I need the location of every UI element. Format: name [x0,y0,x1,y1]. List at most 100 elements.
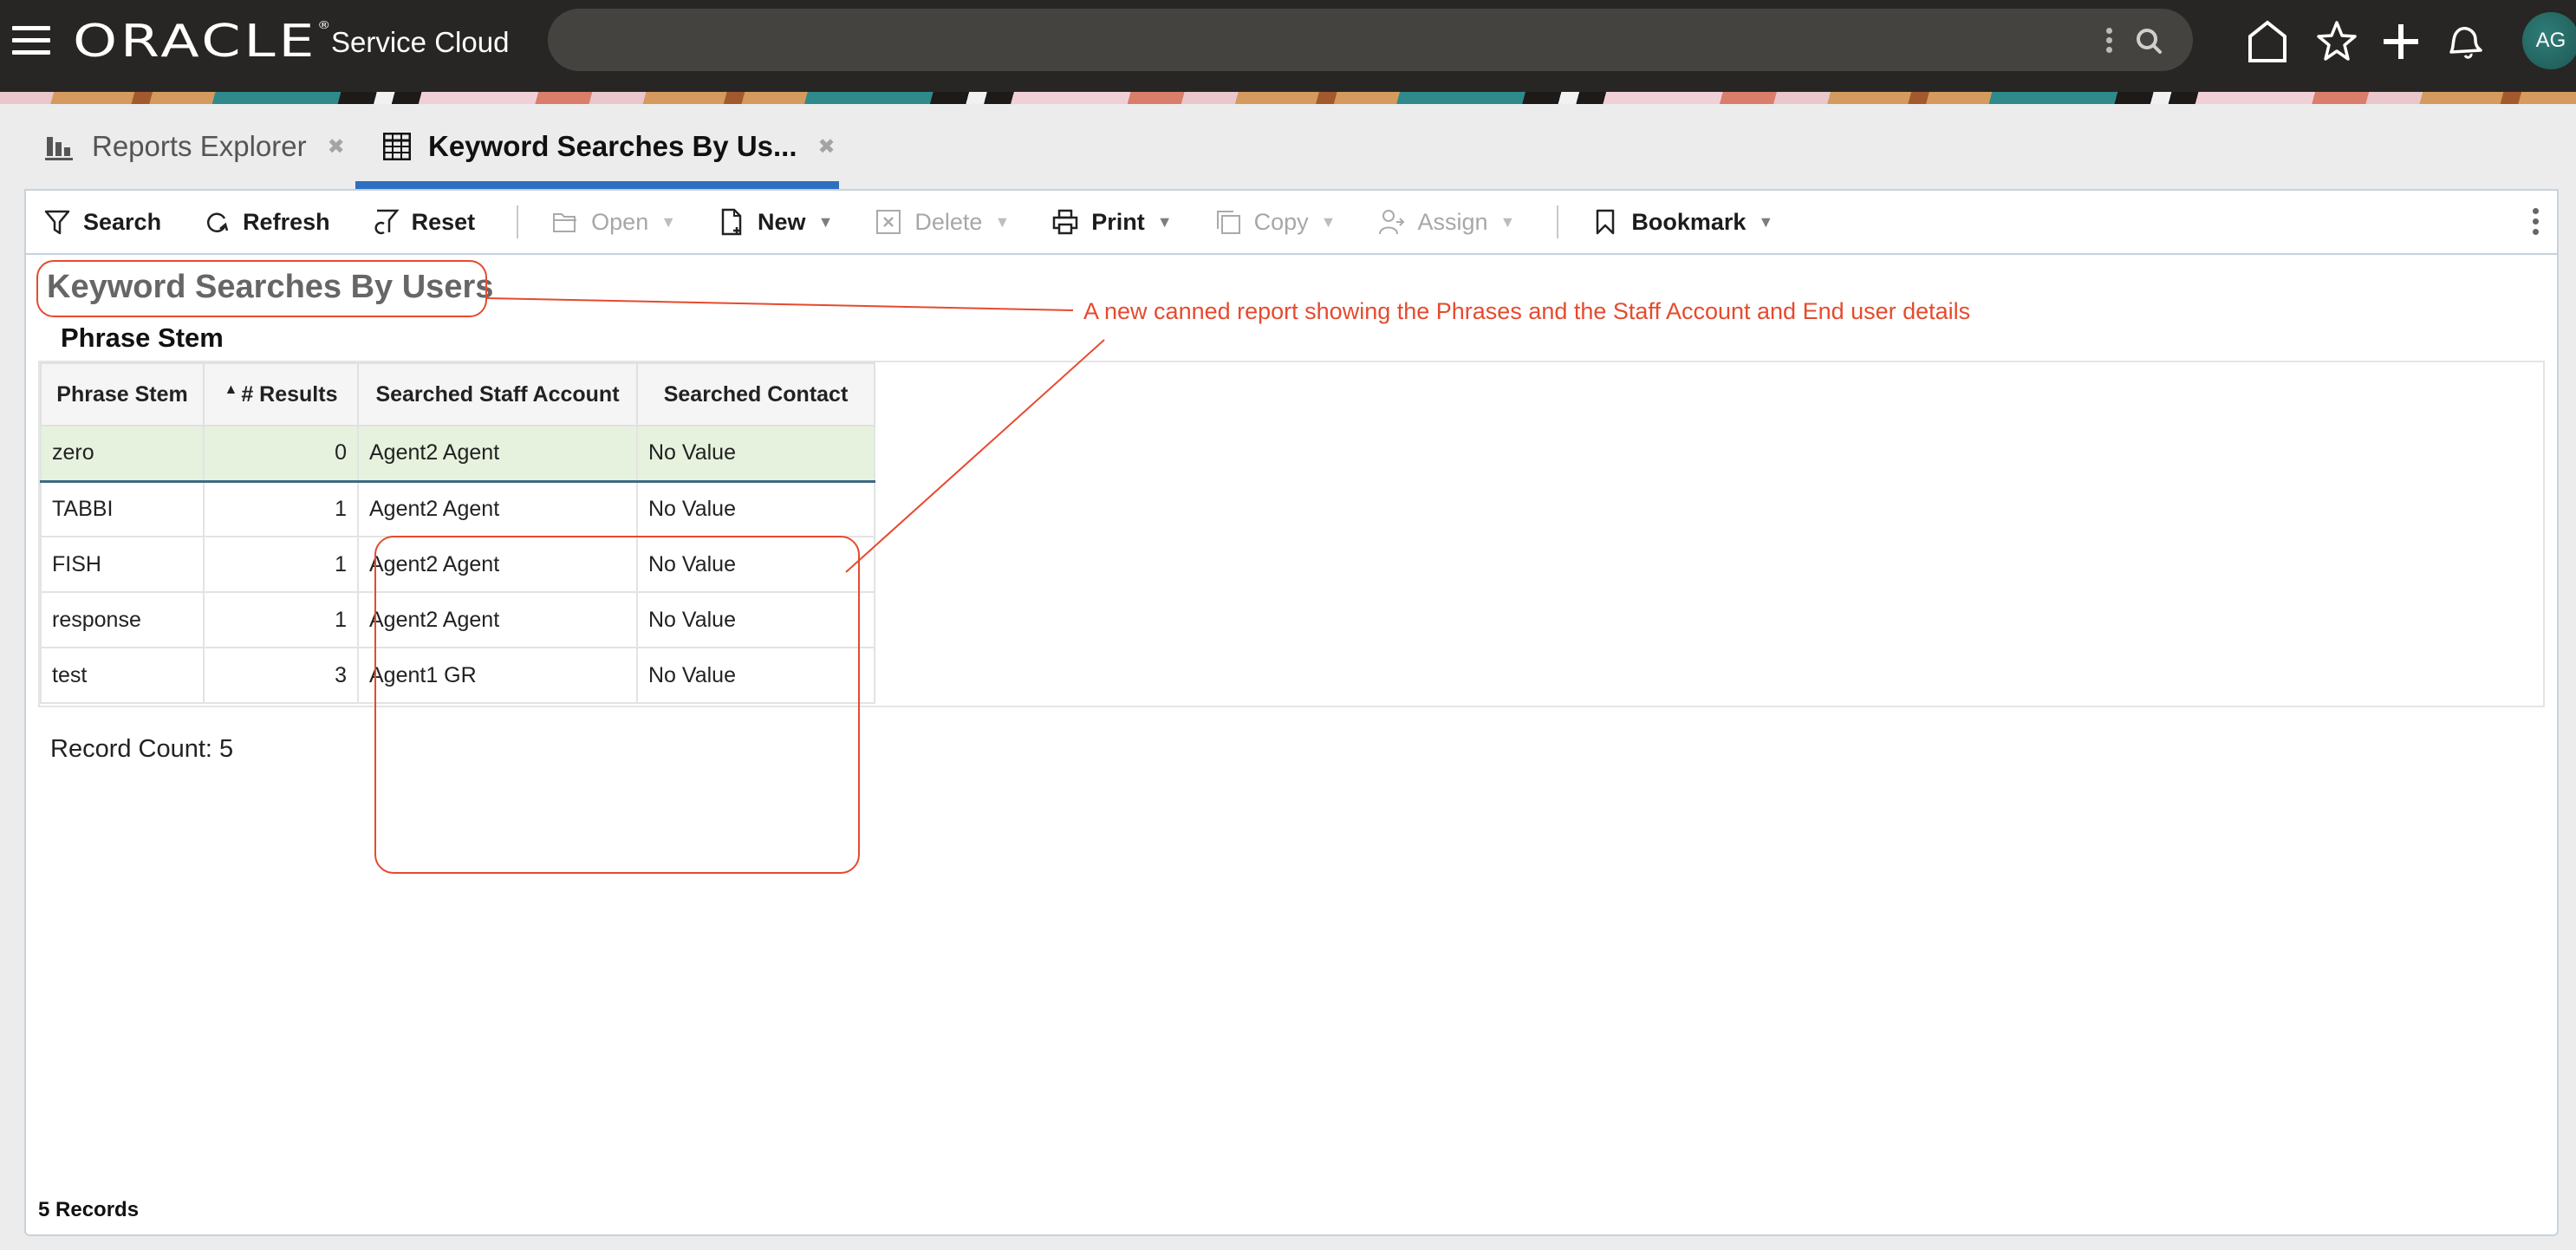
reset-button[interactable]: Reset [372,208,476,236]
cell-results: 3 [203,647,359,704]
chevron-down-icon: ▼ [1499,212,1516,231]
report-title: Keyword Searches By Users [47,269,494,305]
open-label: Open [591,208,649,235]
copy-label: Copy [1253,208,1309,235]
cell-phrase: FISH [40,536,205,593]
cell-contact: No Value [636,536,875,593]
print-button[interactable]: Print ▼ [1051,208,1173,236]
column-header-staff-account[interactable]: Searched Staff Account [357,362,638,426]
tab-label: Reports Explorer [92,130,307,162]
cell-contact: No Value [636,591,875,648]
oracle-logo: ORACLE® [73,16,334,68]
table-row[interactable]: response 1 Agent2 Agent No Value [40,591,875,648]
new-document-icon [721,208,742,236]
tab-keyword-searches[interactable]: Keyword Searches By Us... ✖ [355,104,839,189]
new-button[interactable]: New ▼ [718,208,833,236]
cell-phrase: zero [40,425,205,483]
cell-contact: No Value [636,425,875,483]
cell-contact: No Value [636,480,875,537]
cell-results: 0 [203,425,359,483]
chevron-down-icon: ▼ [1156,212,1173,231]
cell-staff: Agent2 Agent [357,536,638,593]
search-button[interactable]: Search [43,208,161,236]
search-options-icon[interactable] [2106,28,2115,56]
refresh-icon [207,212,229,233]
delete-button[interactable]: Delete ▼ [875,208,1010,236]
toolbar-separator [1557,205,1559,238]
close-tab-icon[interactable]: ✖ [818,134,836,160]
column-header-phrase-stem[interactable]: Phrase Stem [40,362,205,426]
bookmark-button[interactable]: Bookmark ▼ [1591,208,1773,236]
copy-icon [1216,211,1240,234]
records-footer: 5 Records [38,1198,140,1221]
table-row[interactable]: test 3 Agent1 GR No Value [40,647,875,704]
assign-label: Assign [1417,208,1488,235]
search-label: Search [83,208,162,235]
table-row[interactable]: FISH 1 Agent2 Agent No Value [40,536,875,593]
refresh-button[interactable]: Refresh [203,208,330,236]
record-count: Record Count: 5 [50,735,234,763]
bar-chart-icon [45,137,73,160]
bell-icon[interactable] [2439,17,2488,66]
report-toolbar: Search Refresh Reset Open ▼ New ▼ Delete ▼ … [26,191,2557,255]
chevron-down-icon: ▼ [817,212,834,231]
report-subtitle: Phrase Stem [61,322,224,353]
cell-results: 1 [203,591,359,648]
cell-phrase: test [40,647,205,704]
cell-staff: Agent1 GR [357,647,638,704]
table-header-row: Phrase Stem ▲ # Results Searched Staff Ac… [40,362,875,426]
reset-filter-icon [374,209,400,235]
report-panel: Search Refresh Reset Open ▼ New ▼ Delete ▼ … [24,189,2559,1236]
product-name: Service Cloud [331,26,510,58]
delete-icon [876,210,901,234]
chevron-down-icon: ▼ [994,212,1011,231]
new-label: New [758,208,806,235]
open-button[interactable]: Open ▼ [551,208,676,236]
chevron-down-icon: ▼ [1320,212,1337,231]
table-row[interactable]: TABBI 1 Agent2 Agent No Value [40,480,875,537]
table-row[interactable]: zero 0 Agent2 Agent No Value [40,425,875,483]
report-table: Phrase Stem ▲ # Results Searched Staff Ac… [40,362,875,704]
assign-user-icon [1379,210,1405,235]
toolbar-separator [517,205,519,238]
copy-button[interactable]: Copy ▼ [1214,208,1337,236]
assign-button[interactable]: Assign ▼ [1377,208,1515,236]
chevron-down-icon: ▼ [1758,212,1774,231]
close-tab-icon[interactable]: ✖ [328,134,345,160]
tab-reports-explorer[interactable]: Reports Explorer ✖ [45,104,345,189]
user-avatar[interactable]: AG [2522,12,2576,69]
annotation-callout: A new canned report showing the Phrases … [1083,298,1971,324]
chevron-down-icon: ▼ [660,212,677,231]
top-nav-bar: ORACLE® Service Cloud AG [0,0,2576,92]
delete-label: Delete [914,208,983,235]
search-icon[interactable] [2132,24,2167,59]
cell-staff: Agent2 Agent [357,591,638,648]
cell-phrase: response [40,591,205,648]
plus-icon[interactable] [2377,17,2425,66]
reset-label: Reset [411,208,476,235]
cell-results: 1 [203,536,359,593]
folder-open-icon [553,213,577,232]
column-header-contact[interactable]: Searched Contact [636,362,875,426]
column-header-label: # Results [241,381,338,407]
bookmark-label: Bookmark [1631,208,1747,235]
menu-icon[interactable] [12,26,50,55]
print-label: Print [1091,208,1145,235]
refresh-label: Refresh [243,208,330,235]
cell-contact: No Value [636,647,875,704]
cell-staff: Agent2 Agent [357,480,638,537]
cell-staff: Agent2 Agent [357,425,638,483]
tab-bar: Reports Explorer ✖ Keyword Searches By U… [0,104,2576,189]
cell-results: 1 [203,480,359,537]
home-icon[interactable] [2243,17,2292,66]
column-header-results[interactable]: ▲ # Results [203,362,359,426]
star-icon[interactable] [2313,17,2361,66]
bookmark-icon [1597,209,1615,235]
table-grid-icon [383,133,411,160]
global-search-input[interactable] [548,9,2193,71]
cell-phrase: TABBI [40,480,205,537]
filter-icon [44,210,70,235]
decorative-banner [0,92,2576,104]
leader-line-title [486,297,1074,311]
more-options-icon[interactable] [2533,208,2543,239]
